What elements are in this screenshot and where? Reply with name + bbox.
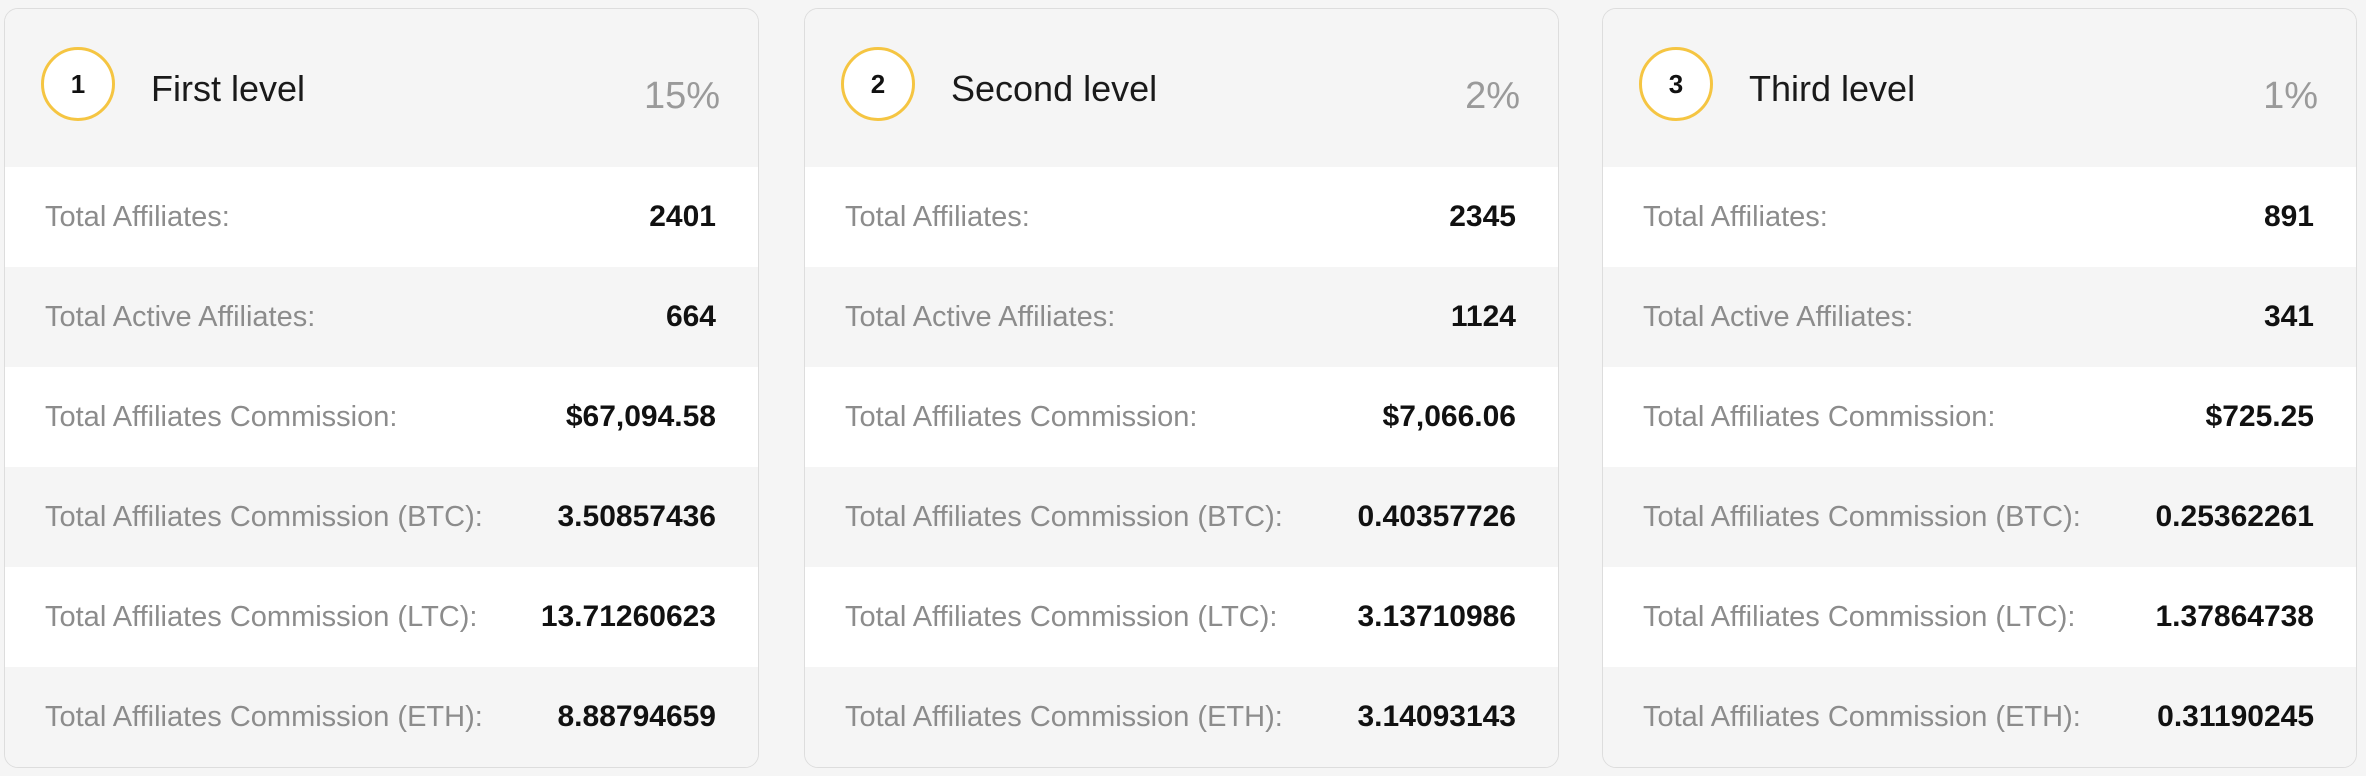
stat-row-total-affiliates: Total Affiliates: 891 (1603, 167, 2356, 267)
stat-label: Total Affiliates Commission (LTC): (845, 600, 1278, 633)
stat-row-active-affiliates: Total Active Affiliates: 1124 (805, 267, 1558, 367)
stat-value: 3.13710986 (1357, 600, 1517, 633)
stat-row-commission-ltc: Total Affiliates Commission (LTC): 13.71… (5, 567, 758, 667)
level-number-badge: 3 (1639, 47, 1713, 121)
stat-row-commission-btc: Total Affiliates Commission (BTC): 0.403… (805, 467, 1558, 567)
stat-value: 1.37864738 (2155, 600, 2315, 633)
stat-value: 341 (2263, 300, 2314, 333)
stat-label: Total Active Affiliates: (845, 300, 1116, 333)
stat-row-active-affiliates: Total Active Affiliates: 664 (5, 267, 758, 367)
affiliate-levels: 1 First level 15% Total Affiliates: 2401… (0, 0, 2366, 776)
stat-label: Total Active Affiliates: (1643, 300, 1914, 333)
level-commission-percent: 1% (2263, 75, 2318, 117)
stat-label: Total Affiliates Commission (BTC): (845, 500, 1283, 533)
stat-label: Total Affiliates Commission: (1643, 400, 1996, 433)
level-title: Second level (951, 68, 1158, 109)
stat-value: 891 (2263, 200, 2314, 233)
stat-label: Total Affiliates Commission (LTC): (45, 600, 478, 633)
level-card-header: 2 Second level 2% (805, 9, 1558, 167)
stat-row-commission-eth: Total Affiliates Commission (ETH): 8.887… (5, 667, 758, 767)
stat-label: Total Affiliates Commission (LTC): (1643, 600, 2076, 633)
stat-row-total-affiliates: Total Affiliates: 2401 (5, 167, 758, 267)
stat-row-commission-eth: Total Affiliates Commission (ETH): 3.140… (805, 667, 1558, 767)
level-title: Third level (1749, 68, 1916, 109)
stat-label: Total Affiliates Commission (ETH): (45, 700, 483, 733)
level-number-badge: 1 (41, 47, 115, 121)
stat-value: 1124 (1450, 300, 1516, 333)
stat-label: Total Affiliates Commission (ETH): (845, 700, 1283, 733)
stat-label: Total Affiliates: (1643, 200, 1828, 233)
level-card-1: 1 First level 15% Total Affiliates: 2401… (4, 8, 759, 768)
stat-value: 8.88794659 (557, 700, 717, 733)
level-card-3: 3 Third level 1% Total Affiliates: 891 T… (1602, 8, 2357, 768)
stat-row-commission-ltc: Total Affiliates Commission (LTC): 3.137… (805, 567, 1558, 667)
stat-row-commission-eth: Total Affiliates Commission (ETH): 0.311… (1603, 667, 2356, 767)
stat-value: $67,094.58 (565, 400, 716, 433)
stat-label: Total Affiliates: (845, 200, 1030, 233)
stat-label: Total Affiliates Commission (BTC): (1643, 500, 2081, 533)
stat-row-commission-usd: Total Affiliates Commission: $7,066.06 (805, 367, 1558, 467)
level-commission-percent: 15% (643, 75, 720, 117)
stat-row-commission-ltc: Total Affiliates Commission (LTC): 1.378… (1603, 567, 2356, 667)
level-commission-percent: 2% (1465, 75, 1520, 117)
stat-value: 13.71260623 (540, 600, 716, 633)
stat-label: Total Affiliates Commission (ETH): (1643, 700, 2081, 733)
stat-value: 0.40357726 (1357, 500, 1517, 533)
level-title: First level (151, 68, 306, 109)
stat-label: Total Active Affiliates: (45, 300, 316, 333)
stat-row-commission-usd: Total Affiliates Commission: $67,094.58 (5, 367, 758, 467)
stat-row-total-affiliates: Total Affiliates: 2345 (805, 167, 1558, 267)
stat-row-commission-btc: Total Affiliates Commission (BTC): 3.508… (5, 467, 758, 567)
level-card-header: 3 Third level 1% (1603, 9, 2356, 167)
stat-row-active-affiliates: Total Active Affiliates: 341 (1603, 267, 2356, 367)
stat-value: 3.50857436 (557, 500, 717, 533)
stat-value: 0.25362261 (2155, 500, 2315, 533)
level-card-header: 1 First level 15% (5, 9, 758, 167)
stat-value: 2401 (649, 200, 716, 233)
stat-row-commission-usd: Total Affiliates Commission: $725.25 (1603, 367, 2356, 467)
stat-value: $7,066.06 (1382, 400, 1516, 433)
stat-label: Total Affiliates: (45, 200, 230, 233)
stat-value: 3.14093143 (1357, 700, 1517, 733)
stat-label: Total Affiliates Commission: (845, 400, 1198, 433)
stat-row-commission-btc: Total Affiliates Commission (BTC): 0.253… (1603, 467, 2356, 567)
stat-value: 2345 (1449, 200, 1516, 233)
level-number-badge: 2 (841, 47, 915, 121)
stat-value: 0.31190245 (2157, 700, 2314, 733)
stat-label: Total Affiliates Commission: (45, 400, 398, 433)
stat-value: 664 (665, 300, 716, 333)
stat-value: $725.25 (2205, 400, 2314, 433)
level-card-2: 2 Second level 2% Total Affiliates: 2345… (804, 8, 1559, 768)
stat-label: Total Affiliates Commission (BTC): (45, 500, 483, 533)
